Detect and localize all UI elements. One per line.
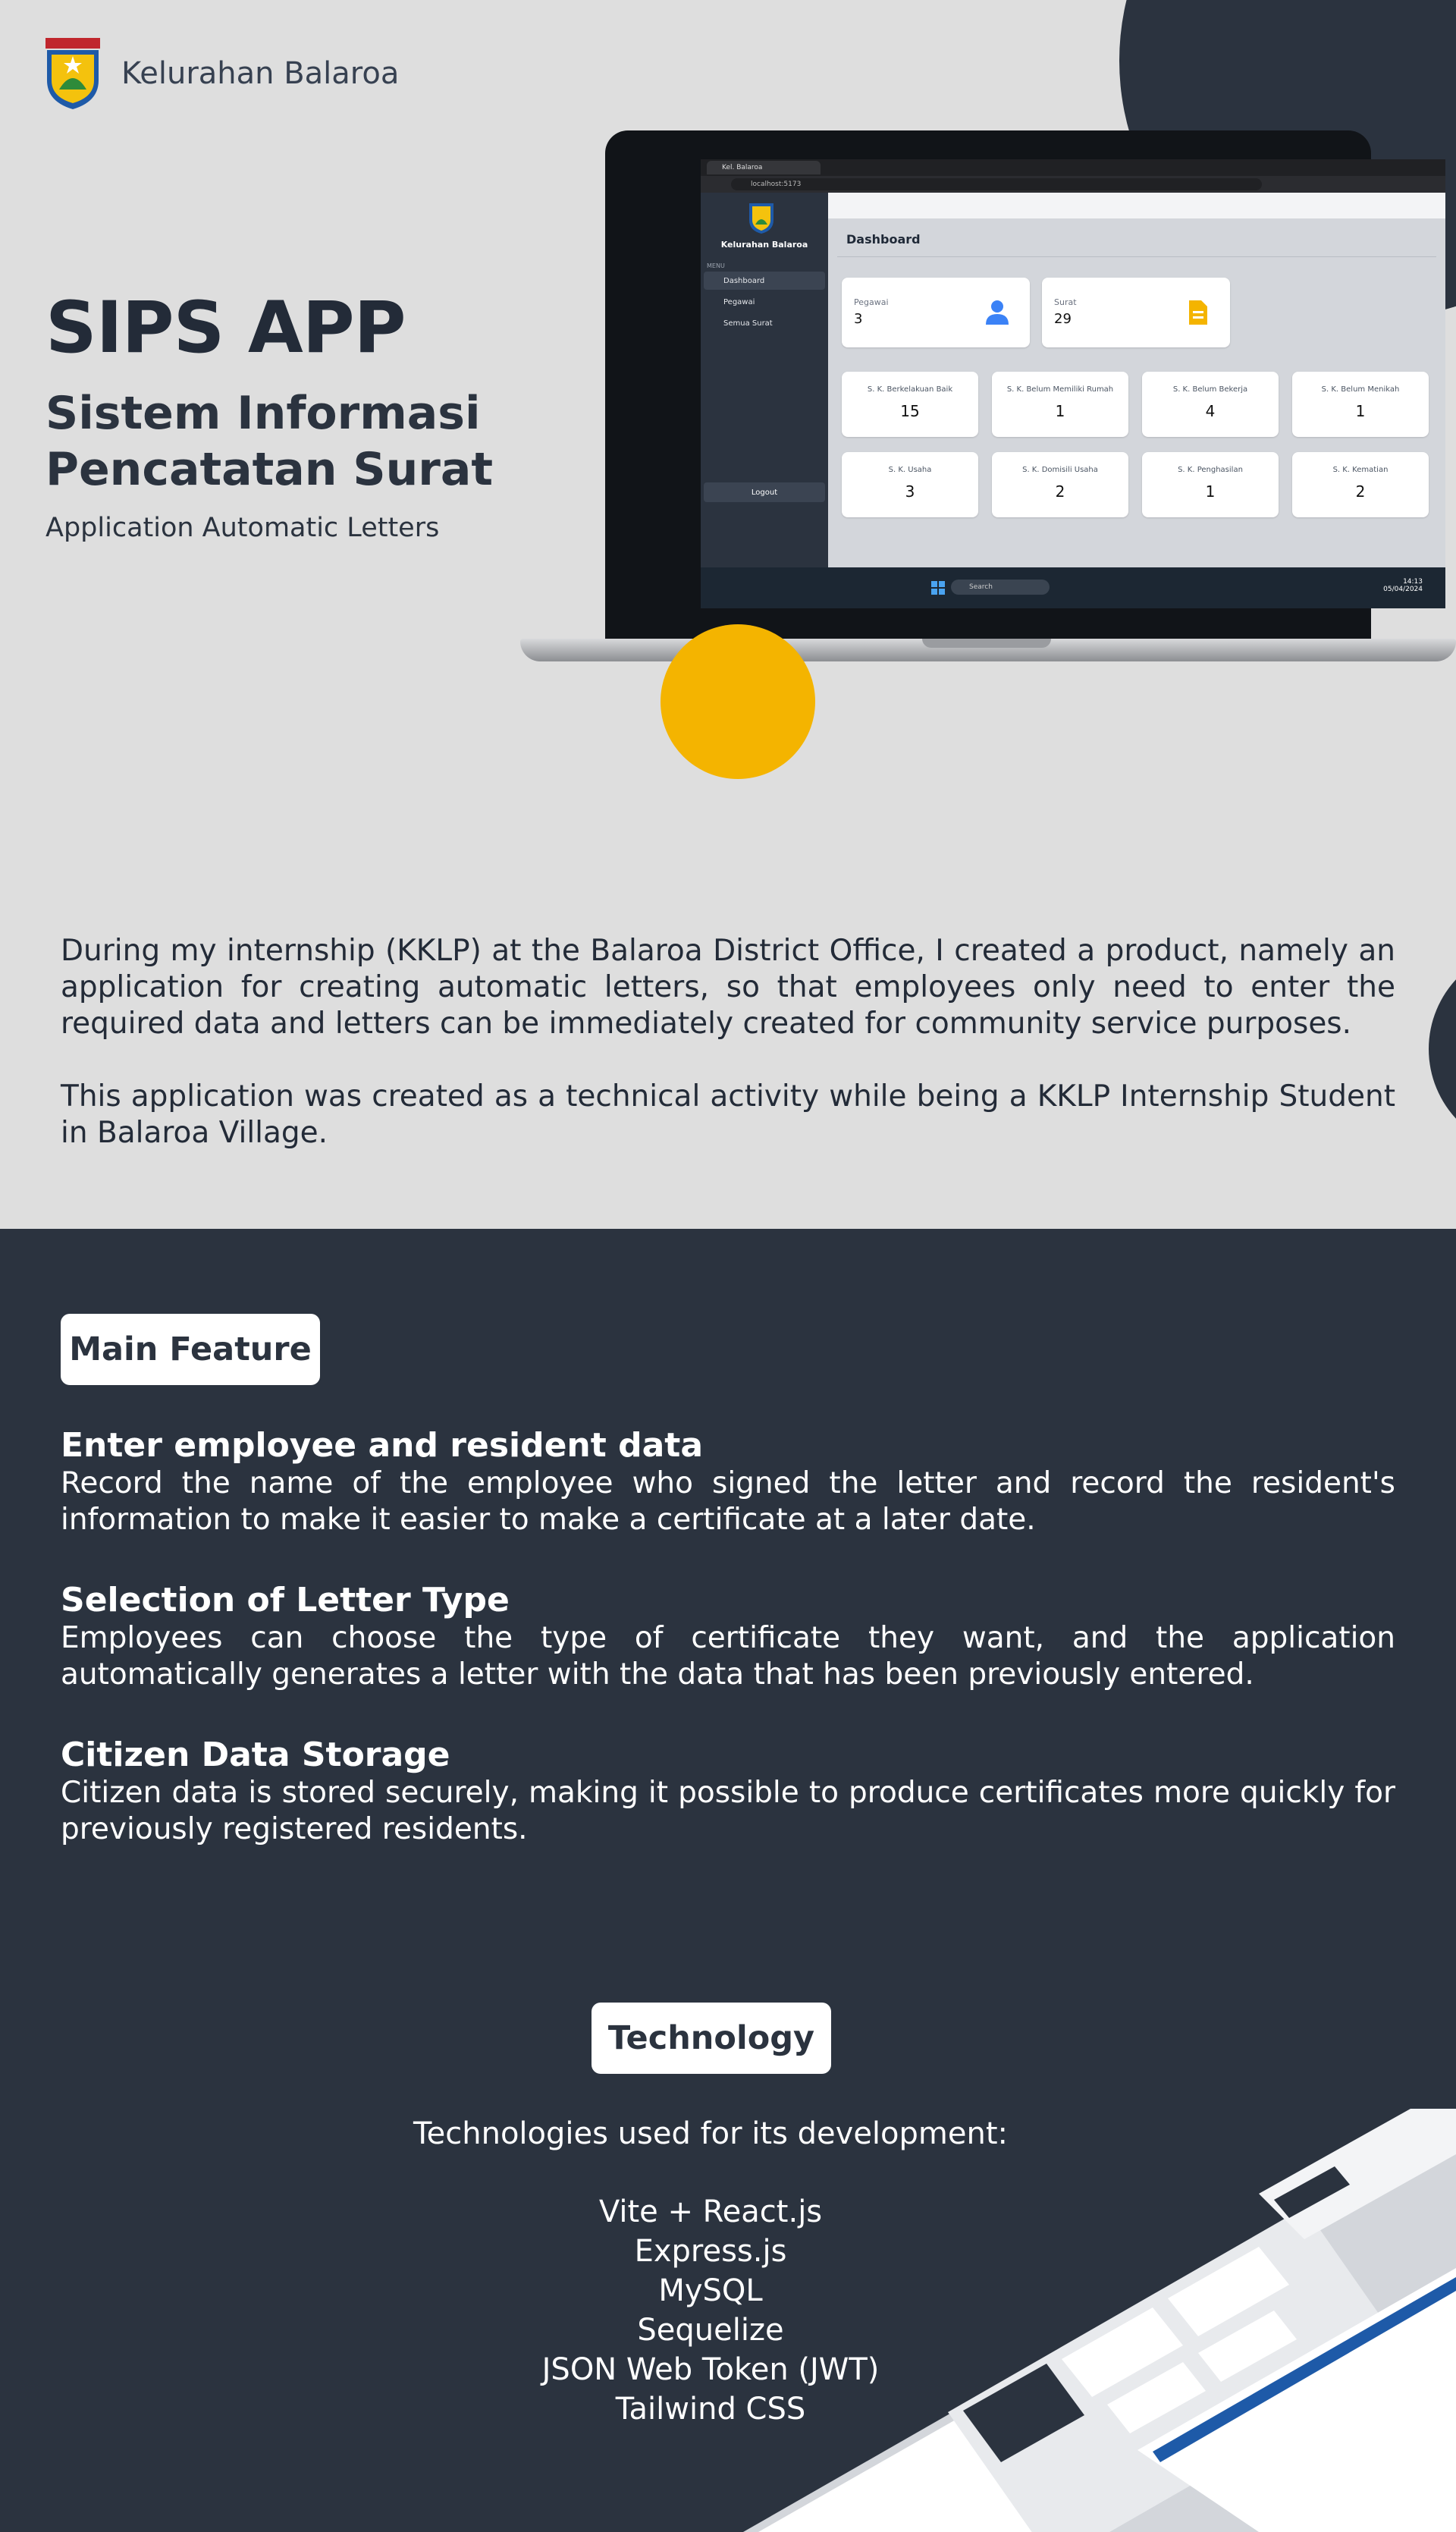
- feature-description: Record the name of the employee who sign…: [61, 1466, 1395, 1537]
- decorative-yellow-circle: [661, 624, 815, 779]
- stat-label: S. K. Belum Memiliki Rumah: [1006, 385, 1114, 394]
- logout-label: Logout: [751, 488, 778, 497]
- stat-value: 1: [1055, 402, 1065, 420]
- taskbar-search[interactable]: Search: [951, 580, 1050, 595]
- technology-item: Tailwind CSS: [615, 2392, 806, 2427]
- intro-text: During my internship (KKLP) at the Balar…: [61, 933, 1395, 1151]
- card-value: 29: [1054, 311, 1072, 327]
- user-icon: [986, 300, 1009, 325]
- feature-item: Enter employee and resident data Record …: [61, 1426, 1395, 1538]
- card-value: 3: [854, 311, 863, 327]
- technology-item: MySQL: [658, 2273, 763, 2308]
- feature-description: Citizen data is stored securely, making …: [61, 1776, 1395, 1846]
- sidebar-item-pegawai[interactable]: Pegawai: [704, 293, 825, 311]
- sidebar-item-label: Dashboard: [723, 276, 765, 285]
- technology-heading: Technology: [592, 2003, 831, 2074]
- laptop-mockup: Kel. Balaroa localhost:5173 Kelurahan Ba…: [520, 130, 1456, 677]
- stat-value: 1: [1355, 402, 1366, 420]
- stat-card[interactable]: S. K. Domisili Usaha 2: [992, 452, 1128, 517]
- content-topbar: [828, 193, 1445, 218]
- browser-tabbar: Kel. Balaroa: [701, 159, 1445, 176]
- feature-description: Employees can choose the type of certifi…: [61, 1621, 1395, 1692]
- stat-card[interactable]: S. K. Kematian 2: [1292, 452, 1429, 517]
- stat-card[interactable]: S. K. Usaha 3: [842, 452, 978, 517]
- stat-value: 15: [900, 402, 920, 420]
- main-feature-heading: Main Feature: [61, 1314, 320, 1385]
- stat-label: S. K. Belum Bekerja: [1172, 385, 1248, 394]
- sidebar-item-label: Semua Surat: [723, 319, 773, 328]
- stat-card[interactable]: S. K. Belum Memiliki Rumah 1: [992, 372, 1128, 437]
- technology-item: Express.js: [634, 2234, 787, 2269]
- stat-card[interactable]: S. K. Belum Bekerja 4: [1142, 372, 1279, 437]
- browser-tab[interactable]: Kel. Balaroa: [707, 161, 821, 174]
- document-icon: [1189, 300, 1207, 325]
- sidebar-item-semua-surat[interactable]: Semua Surat: [704, 314, 825, 332]
- stat-card[interactable]: S. K. Berkelakuan Baik 15: [842, 372, 978, 437]
- technology-item: Sequelize: [637, 2313, 784, 2348]
- feature-title: Enter employee and resident data: [61, 1426, 704, 1465]
- feature-title: Citizen Data Storage: [61, 1736, 450, 1774]
- stat-card[interactable]: S. K. Belum Menikah 1: [1292, 372, 1429, 437]
- taskbar-time: 14:13: [1403, 578, 1423, 586]
- laptop-lid: Kel. Balaroa localhost:5173 Kelurahan Ba…: [605, 130, 1445, 646]
- kota-palu-crest-icon: [46, 38, 100, 109]
- sidebar-item-label: Pegawai: [723, 297, 755, 306]
- feature-item: Selection of Letter Type Employees can c…: [61, 1581, 1395, 1693]
- stat-label: S. K. Berkelakuan Baik: [867, 385, 953, 394]
- technology-list: Vite + React.js Express.js MySQL Sequeli…: [0, 2192, 1421, 2429]
- card-label: Pegawai: [854, 297, 889, 307]
- app-window: Kelurahan Balaroa MENU Dashboard Pegawai…: [701, 193, 1445, 567]
- app-sidebar: Kelurahan Balaroa MENU Dashboard Pegawai…: [701, 193, 828, 567]
- app-content: Dashboard Pegawai 3 Surat 29 S. K. Berke…: [828, 193, 1445, 567]
- brand-name: Kelurahan Balaroa: [121, 56, 400, 91]
- feature-list: Enter employee and resident data Record …: [61, 1426, 1395, 1890]
- summary-card-surat[interactable]: Surat 29: [1042, 278, 1230, 347]
- stat-label: S. K. Penghasilan: [1178, 466, 1243, 474]
- brand[interactable]: Kelurahan Balaroa: [44, 36, 399, 111]
- hero-tagline: Application Automatic Letters: [46, 513, 440, 543]
- browser-url-field[interactable]: localhost:5173: [731, 178, 1262, 190]
- intro-paragraph: During my internship (KKLP) at the Balar…: [61, 934, 1395, 1041]
- sidebar-title: Kelurahan Balaroa: [720, 240, 808, 250]
- divider: [837, 256, 1436, 257]
- os-taskbar: Search 14:13 05/04/2024: [701, 567, 1445, 608]
- card-label: Surat: [1054, 297, 1077, 307]
- browser-address-bar: localhost:5173: [701, 176, 1445, 193]
- decorative-circle-right: [1429, 947, 1456, 1151]
- windows-start-icon[interactable]: [931, 581, 945, 595]
- taskbar-date: 05/04/2024: [1383, 586, 1423, 593]
- technology-item: Vite + React.js: [598, 2194, 823, 2229]
- stat-value: 3: [905, 482, 915, 501]
- feature-item: Citizen Data Storage Citizen data is sto…: [61, 1736, 1395, 1848]
- intro-paragraph: This application was created as a techni…: [61, 1079, 1395, 1150]
- sidebar-menu-label: MENU: [707, 262, 725, 269]
- stat-value: 4: [1205, 402, 1216, 420]
- laptop-base: [520, 639, 1456, 661]
- page-title: Dashboard: [846, 232, 921, 247]
- feature-title: Selection of Letter Type: [61, 1581, 510, 1619]
- logout-button[interactable]: Logout: [704, 482, 825, 502]
- technology-intro: Technologies used for its development:: [413, 2116, 1008, 2151]
- technology-item: JSON Web Token (JWT): [541, 2352, 880, 2387]
- stat-value: 1: [1205, 482, 1216, 501]
- stat-label: S. K. Kematian: [1332, 466, 1389, 474]
- laptop-notch: [922, 639, 1051, 648]
- hero-section: Kelurahan Balaroa SIPS APP Sistem Inform…: [0, 0, 1456, 1229]
- stat-label: S. K. Domisili Usaha: [1022, 466, 1098, 474]
- sidebar-crest-icon: [749, 203, 774, 234]
- stat-label: S. K. Usaha: [888, 466, 932, 474]
- stat-value: 2: [1355, 482, 1366, 501]
- laptop-screen: Kel. Balaroa localhost:5173 Kelurahan Ba…: [701, 159, 1445, 608]
- stat-value: 2: [1055, 482, 1065, 501]
- sidebar-item-dashboard[interactable]: Dashboard: [704, 272, 825, 290]
- hero-subtitle: Sistem Informasi Pencatatan Surat: [46, 387, 494, 496]
- summary-card-pegawai[interactable]: Pegawai 3: [842, 278, 1030, 347]
- stat-label: S. K. Belum Menikah: [1321, 385, 1400, 394]
- stat-card[interactable]: S. K. Penghasilan 1: [1142, 452, 1279, 517]
- hero-title: SIPS APP: [46, 287, 406, 369]
- taskbar-clock: 14:13 05/04/2024: [1383, 578, 1423, 593]
